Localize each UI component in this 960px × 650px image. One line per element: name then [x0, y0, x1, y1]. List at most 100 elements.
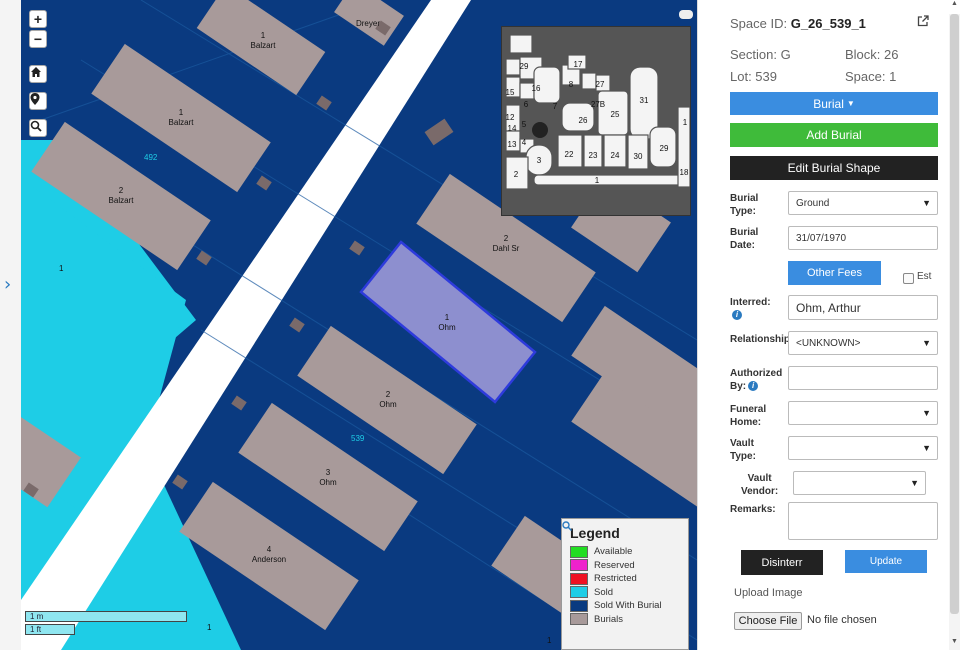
left-rail: ›	[0, 0, 22, 650]
legend-swatch	[570, 545, 588, 558]
overview-map[interactable]: 29 17 16 8 27 15 7 6 5 26 25 31 14 13 4 …	[501, 26, 691, 216]
svg-text:29: 29	[520, 62, 529, 71]
legend-swatch	[570, 586, 588, 599]
authorized-by-input[interactable]	[788, 366, 938, 390]
external-link-icon[interactable]	[917, 15, 929, 27]
remarks-textarea[interactable]	[788, 502, 938, 540]
svg-text:17: 17	[574, 60, 583, 69]
legend-item: Restricted	[570, 572, 680, 586]
burial-dropdown-button[interactable]: Burial ▼	[730, 92, 938, 115]
legend-item: Sold	[570, 586, 680, 600]
legend-item: Sold With Burial	[570, 599, 680, 613]
plot-label: 3 Ohm	[319, 468, 337, 487]
legend-swatch	[570, 572, 588, 585]
no-file-chosen-text: No file chosen	[807, 614, 877, 626]
locate-button[interactable]	[29, 92, 47, 110]
svg-text:7: 7	[553, 102, 558, 111]
svg-text:26: 26	[579, 116, 588, 125]
plot-label: 2 Ohm	[379, 390, 397, 409]
svg-text:29: 29	[660, 144, 669, 153]
upload-image-label: Upload Image	[734, 587, 803, 599]
svg-text:4: 4	[522, 138, 527, 147]
svg-text:5: 5	[522, 120, 527, 129]
remarks-label: Remarks:	[730, 504, 776, 515]
relationship-select[interactable]: <UNKNOWN> ▼	[788, 331, 938, 355]
vault-vendor-select[interactable]: ▼	[793, 471, 926, 495]
authorized-by-label: Authorized By: i	[730, 368, 783, 392]
svg-text:27: 27	[596, 80, 605, 89]
zoom-extent-button[interactable]	[29, 119, 47, 137]
map-legend: Legend Available Reserved Restricted Sol…	[561, 518, 689, 650]
svg-text:23: 23	[589, 151, 598, 160]
scroll-up-arrow-icon[interactable]: ▲	[950, 0, 959, 12]
caret-down-icon: ▼	[922, 198, 931, 208]
overview-map-canvas[interactable]: 29 17 16 8 27 15 7 6 5 26 25 31 14 13 4 …	[502, 27, 690, 215]
expand-left-chevron-icon[interactable]: ›	[4, 274, 11, 295]
legend-item: Available	[570, 545, 680, 559]
svg-text:24: 24	[611, 151, 620, 160]
map-label: 1	[207, 623, 212, 632]
lot-value: Lot: 539	[730, 69, 777, 84]
caret-down-icon: ▼	[922, 408, 931, 418]
section-label: 1	[59, 264, 64, 273]
cemetery-map[interactable]: 1 Balzart 1 Balzart 2 Balzart Dreyer 2 Dahl …	[21, 0, 697, 650]
update-button[interactable]: Update	[845, 550, 927, 573]
lot-number: 492	[144, 153, 158, 162]
svg-text:1: 1	[595, 176, 600, 185]
plot-label: 2 Balzart	[108, 186, 134, 205]
legend-zoom-icon[interactable]	[562, 521, 572, 531]
scale-bar-imperial: 1 ft	[25, 624, 75, 635]
scale-bar-metric: 1 m	[25, 611, 187, 622]
legend-swatch	[570, 599, 588, 612]
map-marker-icon	[30, 93, 40, 105]
relationship-label: Relationship:	[730, 334, 794, 345]
caret-down-icon: ▼	[910, 478, 919, 488]
svg-text:30: 30	[634, 152, 643, 161]
vault-vendor-label: Vault Vendor:	[741, 473, 779, 497]
svg-text:18: 18	[680, 168, 689, 177]
plot-label: Dreyer	[355, 19, 380, 28]
caret-down-icon: ▼	[846, 99, 855, 108]
plot-label: 1 Balzart	[168, 108, 194, 127]
home-button[interactable]	[29, 65, 47, 83]
est-label: Est	[917, 271, 932, 282]
info-icon[interactable]: i	[732, 310, 742, 321]
svg-text:16: 16	[532, 84, 541, 93]
vault-type-select[interactable]: ▼	[788, 436, 938, 460]
funeral-home-label: Funeral Home:	[730, 404, 767, 428]
home-icon	[31, 67, 41, 77]
est-checkbox[interactable]	[903, 273, 914, 284]
space-value: Space: 1	[845, 69, 897, 84]
interred-input[interactable]: Ohm, Arthur	[788, 295, 938, 320]
block-value: Block: 26	[845, 47, 899, 62]
other-fees-button[interactable]: Other Fees	[788, 261, 881, 285]
svg-text:2: 2	[514, 170, 519, 179]
plot-label: 4 Anderson	[251, 545, 287, 564]
burial-date-input[interactable]: 31/07/1970	[788, 226, 938, 250]
choose-file-button[interactable]: Choose File	[734, 612, 802, 630]
zoom-out-button[interactable]: −	[29, 30, 47, 48]
info-icon[interactable]: i	[748, 381, 759, 392]
svg-text:15: 15	[506, 88, 515, 97]
legend-title: Legend	[570, 525, 620, 541]
space-id: Space ID: G_26_539_1	[730, 16, 866, 31]
interred-label: Interred: i	[730, 297, 771, 321]
disinterr-button[interactable]: Disinterr	[741, 550, 823, 575]
svg-text:27B: 27B	[591, 100, 605, 109]
panel-scrollbar-thumb[interactable]	[950, 14, 959, 614]
caret-down-icon: ▼	[922, 443, 931, 453]
svg-text:1: 1	[683, 118, 688, 127]
svg-text:22: 22	[565, 150, 574, 159]
map-label: 1	[547, 636, 552, 645]
add-burial-button[interactable]: Add Burial	[730, 123, 938, 147]
funeral-home-select[interactable]: ▼	[788, 401, 938, 425]
vault-type-label: Vault Type:	[730, 438, 756, 462]
plot-label: 1 Ohm	[438, 313, 456, 332]
overview-toggle[interactable]	[679, 10, 693, 19]
scroll-down-arrow-icon[interactable]: ▼	[950, 638, 959, 650]
legend-item: Reserved	[570, 559, 680, 573]
zoom-in-button[interactable]: +	[29, 10, 47, 28]
svg-text:13: 13	[508, 140, 517, 149]
edit-burial-shape-button[interactable]: Edit Burial Shape	[730, 156, 938, 180]
burial-type-select[interactable]: Ground ▼	[788, 191, 938, 215]
